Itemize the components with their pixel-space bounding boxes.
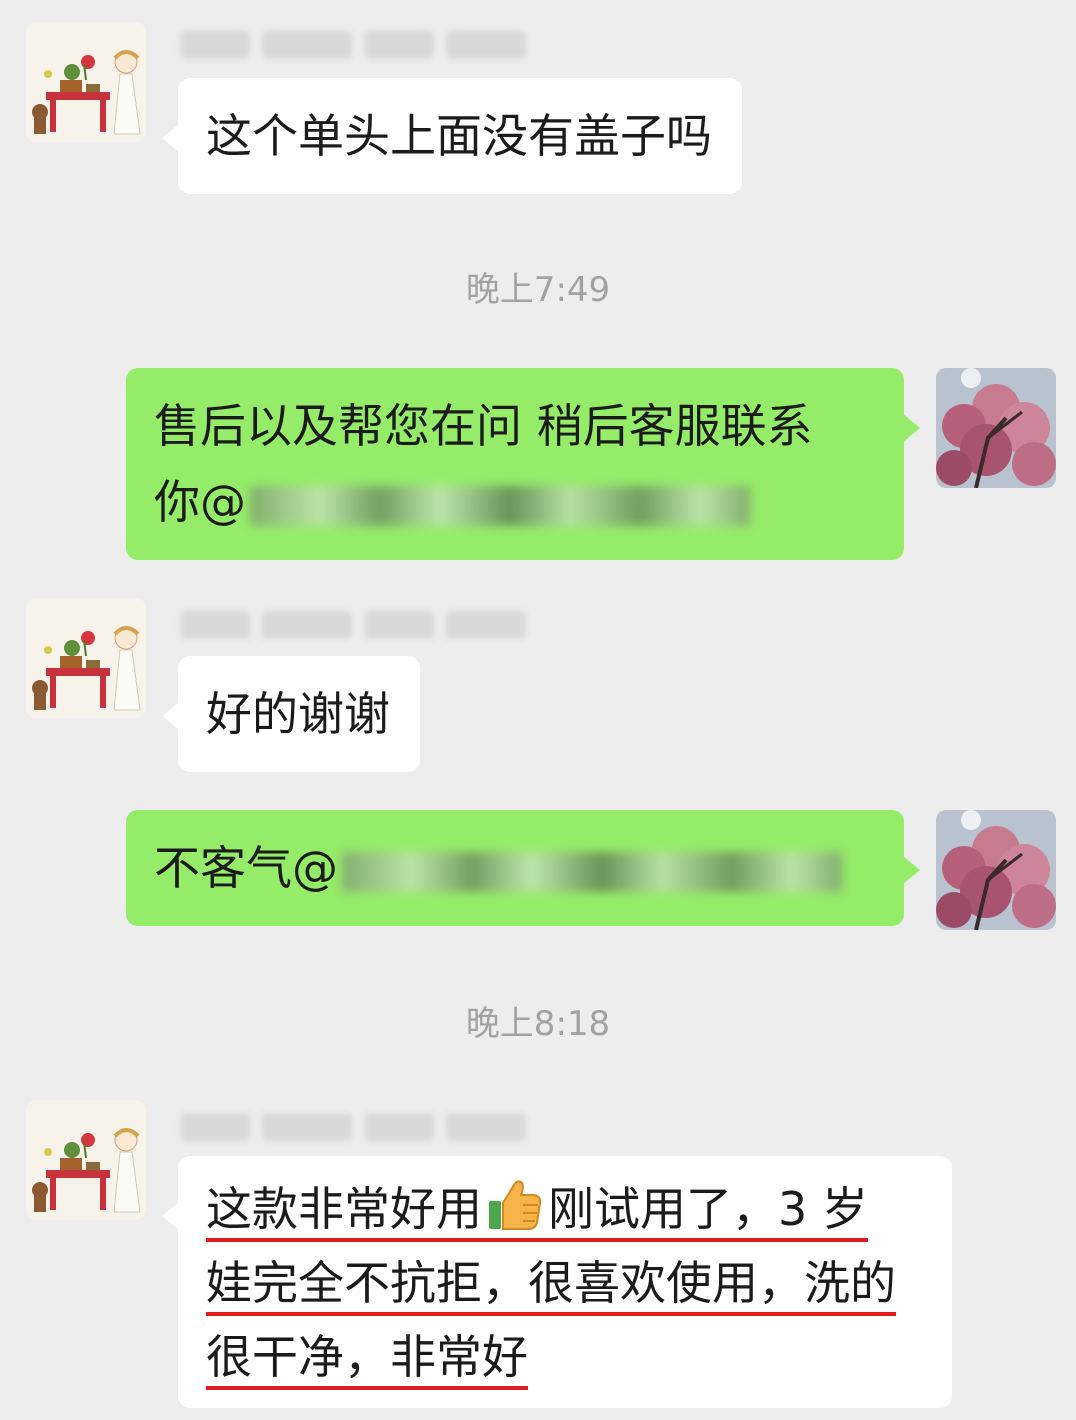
contact-avatar[interactable] bbox=[26, 22, 146, 142]
message-text-prefix: 不客气@ bbox=[154, 841, 338, 895]
message-bubble-incoming[interactable]: 好的谢谢 bbox=[162, 656, 420, 772]
message-line-1: 这款非常好用 刚试用了，3 岁 bbox=[206, 1172, 928, 1246]
thumbs-up-icon bbox=[489, 1180, 542, 1230]
chat-view[interactable]: 这个单头上面没有盖子吗 晚上7:49 售后以及帮您在问 稍后客服联系 你@ 好的… bbox=[0, 0, 1076, 1420]
timestamp: 晚上7:49 bbox=[465, 270, 611, 310]
message-bubble-outgoing[interactable]: 售后以及帮您在问 稍后客服联系 你@ bbox=[126, 368, 920, 560]
contact-avatar[interactable] bbox=[26, 598, 146, 718]
cartoon-girl-avatar-icon bbox=[26, 598, 146, 718]
message-text-prefix: 你@ bbox=[154, 475, 246, 529]
message-text: 这个单头上面没有盖子吗 bbox=[206, 109, 712, 163]
message-bubble-incoming-review[interactable]: 这款非常好用 刚试用了，3 岁 娃完全不抗拒，很喜欢使用，洗的 很干净，非常好 bbox=[162, 1156, 952, 1408]
sender-name-blurred bbox=[180, 604, 526, 646]
self-avatar[interactable] bbox=[936, 368, 1056, 488]
message-line-2: 娃完全不抗拒，很喜欢使用，洗的 bbox=[206, 1246, 928, 1320]
mention-blurred bbox=[250, 485, 750, 526]
cartoon-girl-avatar-icon bbox=[26, 22, 146, 142]
message-bubble-incoming[interactable]: 这个单头上面没有盖子吗 bbox=[162, 78, 742, 194]
cherry-blossom-avatar-icon bbox=[936, 810, 1056, 930]
message-text: 好的谢谢 bbox=[206, 687, 390, 741]
message-line-3: 很干净，非常好 bbox=[206, 1320, 928, 1394]
cartoon-girl-avatar-icon bbox=[26, 1100, 146, 1220]
contact-avatar[interactable] bbox=[26, 1100, 146, 1220]
cherry-blossom-avatar-icon bbox=[936, 368, 1056, 488]
message-text-line: 售后以及帮您在问 稍后客服联系 bbox=[154, 399, 813, 453]
sender-name-blurred bbox=[180, 24, 526, 66]
timestamp: 晚上8:18 bbox=[465, 1004, 611, 1044]
sender-name-blurred bbox=[180, 1106, 526, 1148]
message-bubble-outgoing[interactable]: 不客气@ bbox=[126, 810, 920, 926]
mention-blurred bbox=[342, 851, 842, 892]
self-avatar[interactable] bbox=[936, 810, 1056, 930]
